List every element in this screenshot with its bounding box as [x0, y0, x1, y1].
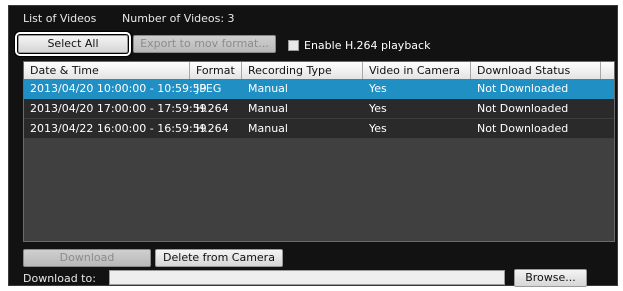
cell-download-status: Not Downloaded [477, 102, 569, 115]
column-header-format[interactable]: Format [190, 62, 242, 79]
cell-download-status: Not Downloaded [477, 122, 569, 135]
cell-format: JPEG [196, 82, 222, 95]
export-mov-button[interactable]: Export to mov format... [133, 35, 276, 53]
cell-date-time: 2013/04/20 10:00:00 - 10:59:59 [30, 82, 207, 95]
column-header-date-time[interactable]: Date & Time [24, 62, 190, 79]
cell-video-in-camera: Yes [369, 82, 387, 95]
video-count: Number of Videos: 3 [122, 12, 235, 25]
column-header-download-status[interactable]: Download Status [471, 62, 601, 79]
download-to-label: Download to: [23, 272, 96, 285]
download-button[interactable]: Download [23, 249, 151, 267]
download-path-input[interactable] [109, 270, 505, 285]
table-row[interactable]: 2013/04/20 17:00:00 - 17:59:59 H.264 Man… [24, 99, 614, 119]
cell-recording-type: Manual [248, 122, 288, 135]
h264-playback-label: Enable H.264 playback [304, 39, 431, 52]
h264-playback-checkbox[interactable] [288, 40, 299, 51]
cell-recording-type: Manual [248, 102, 288, 115]
table-row[interactable]: 2013/04/20 10:00:00 - 10:59:59 JPEG Manu… [24, 79, 614, 99]
cell-format: H.264 [196, 102, 229, 115]
column-header-recording-type[interactable]: Recording Type [242, 62, 363, 79]
videos-table: Date & Time Format Recording Type Video … [23, 61, 615, 242]
select-all-button[interactable]: Select All [15, 32, 131, 56]
cell-date-time: 2013/04/22 16:00:00 - 16:59:59 [30, 122, 207, 135]
cell-format: H.264 [196, 122, 229, 135]
column-header-video-in-camera[interactable]: Video in Camera [363, 62, 471, 79]
browse-button[interactable]: Browse... [514, 269, 587, 287]
cell-recording-type: Manual [248, 82, 288, 95]
cell-video-in-camera: Yes [369, 122, 387, 135]
cell-video-in-camera: Yes [369, 102, 387, 115]
table-header: Date & Time Format Recording Type Video … [24, 62, 614, 80]
delete-from-camera-button[interactable]: Delete from Camera [155, 249, 283, 267]
column-header-filler [601, 62, 614, 79]
cell-date-time: 2013/04/20 17:00:00 - 17:59:59 [30, 102, 207, 115]
panel-title: List of Videos [23, 12, 97, 25]
video-list-panel: List of Videos Number of Videos: 3 Selec… [8, 5, 618, 287]
cell-download-status: Not Downloaded [477, 82, 569, 95]
table-row[interactable]: 2013/04/22 16:00:00 - 16:59:59 H.264 Man… [24, 119, 614, 139]
header-bar: List of Videos Number of Videos: 3 [9, 6, 617, 31]
